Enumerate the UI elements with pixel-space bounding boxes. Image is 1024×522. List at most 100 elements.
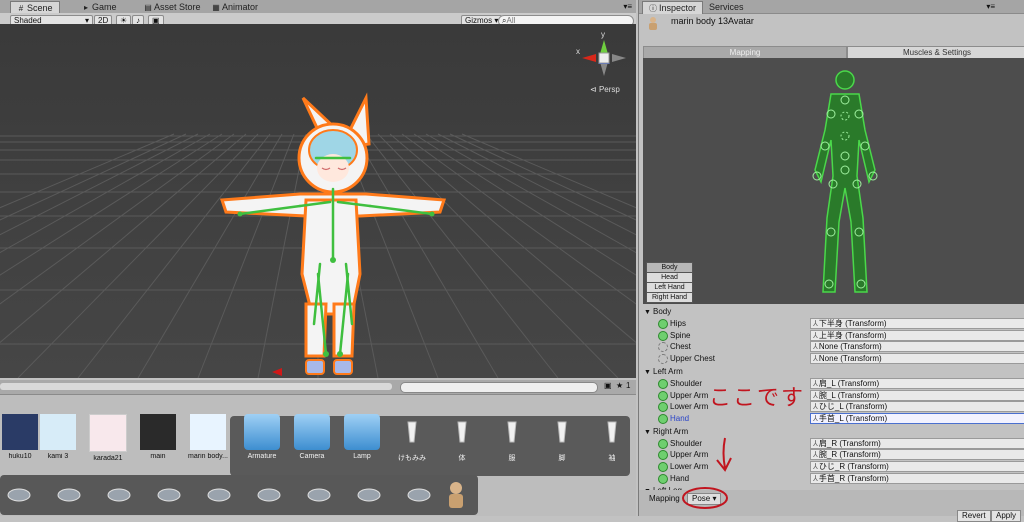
tab-inspector[interactable]: ⓘ Inspector: [642, 1, 704, 14]
scene-view[interactable]: y x ⊲ Persp: [0, 24, 636, 378]
asset-item[interactable]: 脚: [542, 414, 582, 463]
bone-row: Hips ⅄下半身 (Transform): [644, 318, 1024, 329]
group-header[interactable]: ▼ Body: [644, 306, 671, 317]
tab-services[interactable]: Services: [703, 1, 750, 13]
transform-field[interactable]: ⅄None (Transform): [810, 341, 1024, 353]
bone-row: Upper Chest ⅄None (Transform): [644, 353, 1024, 365]
mesh-icon[interactable]: [356, 484, 382, 506]
mesh-icon[interactable]: [156, 484, 182, 506]
bone-row: Shoulder ⅄肩_L (Transform): [644, 377, 1024, 389]
inspector-tabbar: ⓘ Inspector Services ▾≡: [639, 0, 1024, 14]
asset-label: Camera: [299, 453, 325, 460]
asset-thumbnail: [40, 414, 76, 450]
tab-label: Animator: [222, 2, 259, 12]
project-header: ▣ ★ 1: [0, 380, 636, 395]
transform-icon: ⅄: [813, 438, 818, 448]
transform-field[interactable]: ⅄手首_R (Transform): [810, 472, 1024, 484]
transform-field[interactable]: ⅄ひじ_R (Transform): [810, 461, 1024, 472]
mesh-icon[interactable]: [106, 484, 132, 506]
asset-thumbnail: [2, 414, 38, 450]
mesh-icon[interactable]: [306, 484, 332, 506]
mesh-icon[interactable]: [56, 484, 82, 506]
transform-value: None (Transform): [818, 342, 882, 352]
panel-menu-icon[interactable]: ▾≡: [623, 2, 632, 11]
group-title: Left Arm: [653, 366, 683, 376]
asset-label: 脚: [558, 455, 566, 462]
asset-thumbnail: [294, 414, 330, 450]
transform-value: 上半身 (Transform): [818, 330, 887, 340]
handwritten-annotation: ここです: [709, 386, 806, 411]
asset-item[interactable]: Lamp: [342, 414, 382, 460]
transform-value: 手首_L (Transform): [818, 413, 888, 423]
transform-field[interactable]: ⅄手首_L (Transform): [810, 412, 1024, 424]
tab-game[interactable]: ▸ Game: [76, 1, 123, 13]
bone-name: Upper Chest: [670, 354, 715, 364]
asset-label: 袖: [608, 455, 616, 462]
transform-field[interactable]: ⅄腕_R (Transform): [810, 449, 1024, 461]
asset-thumbnail: [394, 414, 430, 450]
revert-button[interactable]: Revert: [957, 510, 991, 522]
transform-value: 腕_R (Transform): [818, 450, 881, 460]
projection-label[interactable]: ⊲ Persp: [590, 85, 620, 94]
bone-status-icon: [658, 450, 668, 461]
right-hand-view-button[interactable]: Right Hand: [646, 292, 693, 303]
asset-item[interactable]: 袖: [592, 414, 632, 463]
mesh-icon[interactable]: [406, 484, 432, 506]
scroll-handle[interactable]: [0, 383, 392, 390]
tab-label: Inspector: [659, 3, 697, 13]
tab-asset-store[interactable]: ▤ Asset Store: [138, 1, 207, 13]
asset-item[interactable]: けもみみ: [392, 414, 432, 463]
avatar-asset-icon[interactable]: [444, 480, 468, 513]
group-header[interactable]: ▼ Left Arm: [644, 366, 683, 377]
asset-item[interactable]: huku10: [0, 414, 40, 460]
inspector-panel: ⓘ Inspector Services ▾≡ marin body 13Avat…: [638, 0, 1024, 522]
tab-animator[interactable]: ▦ Animator: [206, 1, 264, 13]
asset-label: karada21: [93, 455, 123, 462]
mesh-icon[interactable]: [6, 484, 32, 506]
asset-item[interactable]: karada21: [88, 414, 128, 462]
bone-status-icon: [658, 402, 668, 413]
transform-field[interactable]: ⅄上半身 (Transform): [810, 329, 1024, 341]
tab-label: Game: [92, 2, 117, 12]
mesh-icon[interactable]: [206, 484, 232, 506]
bone-row: Spine ⅄上半身 (Transform): [644, 329, 1024, 341]
transform-field[interactable]: ⅄ひじ_L (Transform): [810, 401, 1024, 413]
apply-button[interactable]: Apply: [991, 510, 1022, 522]
transform-field[interactable]: ⅄下半身 (Transform): [810, 318, 1024, 329]
tab-label: Scene: [27, 3, 53, 13]
bone-status-icon: [658, 342, 668, 353]
group-header[interactable]: ▼ Right Arm: [644, 426, 688, 437]
transform-icon: ⅄: [813, 378, 818, 388]
asset-item[interactable]: kami 3: [38, 414, 78, 460]
bone-row: Lower Arm ⅄ひじ_L (Transform): [644, 401, 1024, 413]
asset-label: 服: [508, 455, 516, 462]
panel-menu-icon[interactable]: ▾≡: [986, 2, 995, 11]
project-search-input[interactable]: [400, 382, 598, 393]
mesh-icon[interactable]: [256, 484, 282, 506]
asset-item[interactable]: Armature: [242, 414, 282, 460]
scene-grid: [0, 24, 636, 378]
bone-name: Spine: [670, 330, 691, 340]
bone-name: Shoulder: [670, 378, 703, 388]
bone-status-icon: [658, 330, 668, 341]
bone-row: Chest ⅄None (Transform): [644, 341, 1024, 353]
asset-item[interactable]: marin body...: [188, 414, 228, 460]
transform-field[interactable]: ⅄None (Transform): [810, 353, 1024, 365]
transform-field[interactable]: ⅄肩_L (Transform): [810, 377, 1024, 389]
asset-item[interactable]: 体: [442, 414, 482, 463]
asset-thumbnail: [140, 414, 176, 450]
star-icon[interactable]: ★: [616, 381, 623, 390]
bone-status-icon: [658, 462, 668, 472]
bone-name: Lower Arm: [670, 402, 709, 412]
transform-value: None (Transform): [818, 354, 882, 364]
asset-label: Armature: [247, 453, 277, 460]
asset-item[interactable]: main: [138, 414, 178, 460]
asset-item[interactable]: Camera: [292, 414, 332, 460]
lock-icon[interactable]: ▣: [604, 381, 612, 390]
asset-item[interactable]: 服: [492, 414, 532, 463]
asset-thumbnail: [544, 414, 580, 450]
avatar-preview: [643, 58, 1024, 304]
transform-field[interactable]: ⅄肩_R (Transform): [810, 437, 1024, 449]
foldout-arrow-icon: ▼: [644, 309, 651, 316]
transform-field[interactable]: ⅄腕_L (Transform): [810, 389, 1024, 401]
